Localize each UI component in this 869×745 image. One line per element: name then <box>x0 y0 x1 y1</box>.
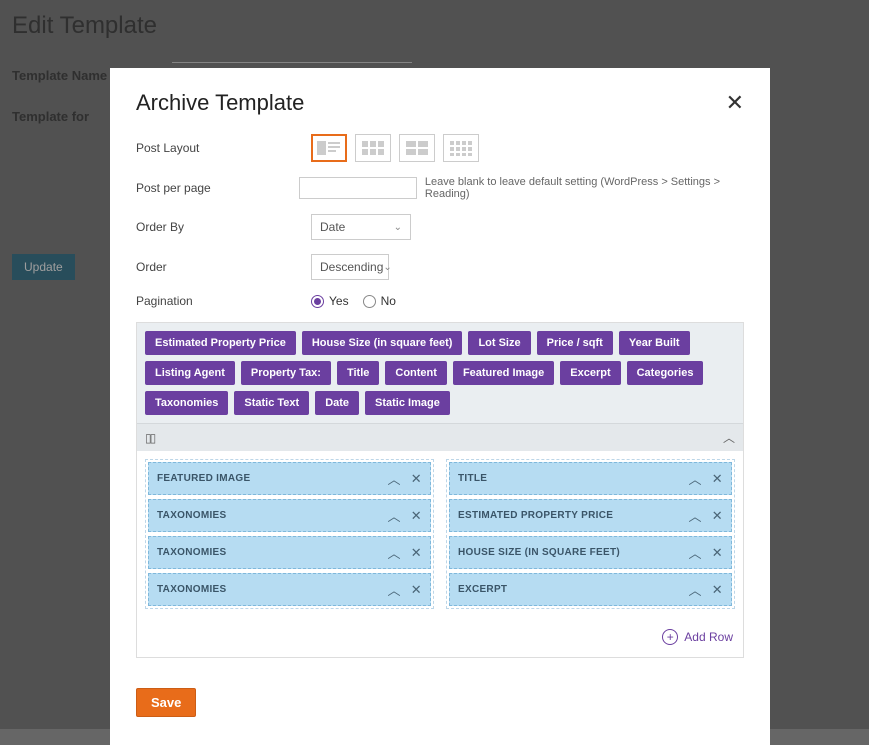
placed-field[interactable]: FEATURED IMAGE ︿ ✕ <box>148 462 431 495</box>
post-per-page-hint: Leave blank to leave default setting (Wo… <box>425 176 744 200</box>
remove-field-icon[interactable]: ✕ <box>411 508 422 524</box>
placed-field[interactable]: TAXONOMIES ︿ ✕ <box>148 499 431 532</box>
pagination-no-radio[interactable]: No <box>363 294 396 308</box>
placed-field[interactable]: EXCERPT ︿ ✕ <box>449 573 732 606</box>
layout-column-left: FEATURED IMAGE ︿ ✕ TAXONOMIES ︿ ✕ TAXONO… <box>145 459 434 609</box>
collapse-field-icon[interactable]: ︿ <box>688 580 701 599</box>
save-button[interactable]: Save <box>136 688 196 717</box>
placed-field-label: TAXONOMIES <box>157 584 226 595</box>
field-tag[interactable]: Listing Agent <box>145 361 235 385</box>
placed-field-label: TAXONOMIES <box>157 547 226 558</box>
field-tag[interactable]: Content <box>385 361 447 385</box>
add-row-button[interactable]: + Add Row <box>137 619 743 657</box>
placed-field[interactable]: TAXONOMIES ︿ ✕ <box>148 573 431 606</box>
radio-yes-label: Yes <box>329 294 349 308</box>
field-tag[interactable]: Static Image <box>365 391 450 415</box>
placed-field[interactable]: TITLE ︿ ✕ <box>449 462 732 495</box>
collapse-field-icon[interactable]: ︿ <box>387 543 400 562</box>
chevron-down-icon: ⌄ <box>394 222 402 233</box>
field-tag[interactable]: Date <box>315 391 359 415</box>
placed-field-label: TAXONOMIES <box>157 510 226 521</box>
field-tag[interactable]: Excerpt <box>560 361 620 385</box>
collapse-field-icon[interactable]: ︿ <box>387 469 400 488</box>
available-fields: Estimated Property Price House Size (in … <box>137 323 743 423</box>
field-tag[interactable]: Lot Size <box>468 331 530 355</box>
placed-field[interactable]: ESTIMATED PROPERTY PRICE ︿ ✕ <box>449 499 732 532</box>
remove-field-icon[interactable]: ✕ <box>411 545 422 561</box>
add-row-label: Add Row <box>684 630 733 644</box>
field-tag[interactable]: Title <box>337 361 379 385</box>
field-tag[interactable]: Price / sqft <box>537 331 613 355</box>
field-tag[interactable]: Static Text <box>234 391 309 415</box>
pagination-label: Pagination <box>136 294 311 308</box>
post-layout-label: Post Layout <box>136 141 311 155</box>
layout-option-grid-2[interactable] <box>399 134 435 162</box>
order-by-value: Date <box>320 220 345 234</box>
order-label: Order <box>136 260 311 274</box>
field-tag[interactable]: Estimated Property Price <box>145 331 296 355</box>
remove-field-icon[interactable]: ✕ <box>712 508 723 524</box>
collapse-field-icon[interactable]: ︿ <box>688 469 701 488</box>
layout-option-list[interactable] <box>311 134 347 162</box>
placed-field-label: ESTIMATED PROPERTY PRICE <box>458 510 613 521</box>
field-tag[interactable]: Categories <box>627 361 704 385</box>
close-icon[interactable]: ✕ <box>726 92 744 114</box>
columns-icon[interactable]: ▯▯ <box>145 431 154 445</box>
layout-option-grid-3[interactable] <box>355 134 391 162</box>
remove-field-icon[interactable]: ✕ <box>712 582 723 598</box>
radio-no-label: No <box>381 294 396 308</box>
remove-field-icon[interactable]: ✕ <box>411 471 422 487</box>
collapse-row-icon[interactable]: ︿ <box>723 429 735 446</box>
chevron-down-icon: ⌄ <box>383 262 391 273</box>
placed-field-label: HOUSE SIZE (IN SQUARE FEET) <box>458 547 620 558</box>
field-tag[interactable]: Featured Image <box>453 361 554 385</box>
plus-icon: + <box>662 629 678 645</box>
order-value: Descending <box>320 260 383 274</box>
remove-field-icon[interactable]: ✕ <box>411 582 422 598</box>
collapse-field-icon[interactable]: ︿ <box>387 506 400 525</box>
remove-field-icon[interactable]: ✕ <box>712 471 723 487</box>
field-tag[interactable]: Year Built <box>619 331 690 355</box>
order-select[interactable]: Descending ⌄ <box>311 254 389 280</box>
placed-field[interactable]: TAXONOMIES ︿ ✕ <box>148 536 431 569</box>
placed-field-label: EXCERPT <box>458 584 507 595</box>
placed-field[interactable]: HOUSE SIZE (IN SQUARE FEET) ︿ ✕ <box>449 536 732 569</box>
field-tag[interactable]: Taxonomies <box>145 391 228 415</box>
order-by-label: Order By <box>136 220 311 234</box>
collapse-field-icon[interactable]: ︿ <box>688 543 701 562</box>
order-by-select[interactable]: Date ⌄ <box>311 214 411 240</box>
collapse-field-icon[interactable]: ︿ <box>387 580 400 599</box>
layout-option-grid-small[interactable] <box>443 134 479 162</box>
collapse-field-icon[interactable]: ︿ <box>688 506 701 525</box>
archive-template-modal: Archive Template ✕ Post Layout <box>110 68 770 745</box>
pagination-yes-radio[interactable]: Yes <box>311 294 349 308</box>
field-tag[interactable]: House Size (in square feet) <box>302 331 463 355</box>
placed-field-label: FEATURED IMAGE <box>157 473 250 484</box>
post-per-page-label: Post per page <box>136 181 299 195</box>
placed-field-label: TITLE <box>458 473 487 484</box>
modal-title: Archive Template <box>136 90 304 116</box>
remove-field-icon[interactable]: ✕ <box>712 545 723 561</box>
post-per-page-input[interactable] <box>299 177 417 199</box>
layout-column-right: TITLE ︿ ✕ ESTIMATED PROPERTY PRICE ︿ ✕ H… <box>446 459 735 609</box>
field-tag[interactable]: Property Tax: <box>241 361 331 385</box>
